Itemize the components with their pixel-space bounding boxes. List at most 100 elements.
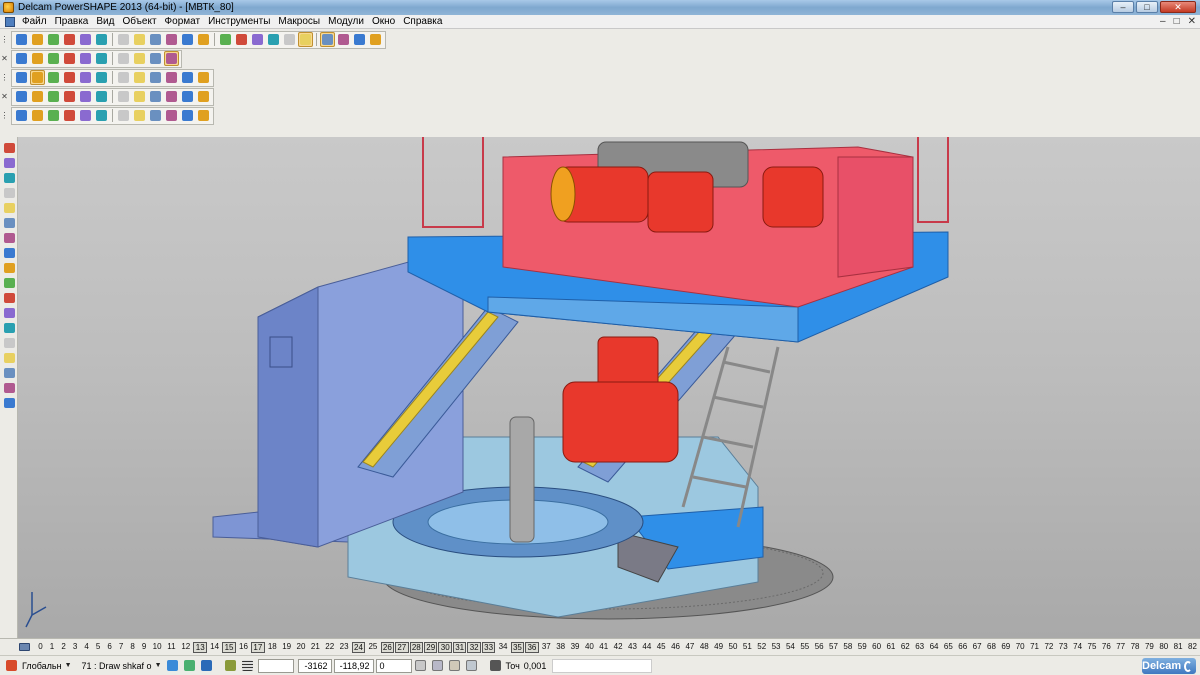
level-77[interactable]: 77 <box>1114 642 1127 653</box>
level-39[interactable]: 39 <box>568 642 581 653</box>
import-button[interactable] <box>94 32 109 47</box>
level-20[interactable]: 20 <box>294 642 307 653</box>
model-check-button[interactable] <box>148 108 163 123</box>
dimension-button[interactable] <box>320 32 335 47</box>
mirror-tool-button[interactable] <box>2 276 16 289</box>
level-select[interactable]: 71 : Draw shkaf o ▼ <box>80 658 164 673</box>
level-54[interactable]: 54 <box>784 642 797 653</box>
level-15[interactable]: 15 <box>222 641 236 653</box>
level-49[interactable]: 49 <box>712 642 725 653</box>
level-11[interactable]: 11 <box>165 642 178 653</box>
relative-icon[interactable] <box>447 658 462 673</box>
level-68[interactable]: 68 <box>985 642 998 653</box>
redo-button[interactable] <box>196 32 211 47</box>
level-80[interactable]: 80 <box>1157 642 1170 653</box>
level-24[interactable]: 24 <box>351 641 366 653</box>
level-56[interactable]: 56 <box>812 642 825 653</box>
level-10[interactable]: 10 <box>150 642 163 653</box>
level-27[interactable]: 27 <box>395 641 409 653</box>
text-tool-button[interactable] <box>2 351 16 364</box>
level-26[interactable]: 26 <box>380 641 395 653</box>
close-button[interactable]: ✕ <box>1160 1 1196 13</box>
print-button[interactable] <box>78 32 93 47</box>
assembly-tool-button[interactable] <box>2 381 16 394</box>
level-23[interactable]: 23 <box>337 642 350 653</box>
level-31[interactable]: 31 <box>452 641 467 653</box>
level-33[interactable]: 33 <box>481 641 496 653</box>
view-iso-button[interactable] <box>46 51 61 66</box>
level-61[interactable]: 61 <box>884 642 897 653</box>
level-63[interactable]: 63 <box>913 642 926 653</box>
level-28[interactable]: 28 <box>409 641 423 653</box>
view-rotate-button[interactable] <box>62 51 77 66</box>
level-19[interactable]: 19 <box>280 642 293 653</box>
section-button[interactable] <box>46 89 61 104</box>
offset-tool-button[interactable] <box>2 306 16 319</box>
level-44[interactable]: 44 <box>640 642 653 653</box>
wireframe-button[interactable] <box>298 32 313 47</box>
line-tool-button[interactable] <box>2 156 16 169</box>
level-34[interactable]: 34 <box>496 642 509 653</box>
surface-build-button[interactable] <box>78 108 93 123</box>
symbol-button[interactable] <box>132 108 147 123</box>
dimension-tool-button[interactable] <box>2 336 16 349</box>
save-as-button[interactable] <box>62 32 77 47</box>
line-button[interactable] <box>14 108 29 123</box>
shell-button[interactable] <box>94 70 109 85</box>
blend-button[interactable] <box>78 89 93 104</box>
level-18[interactable]: 18 <box>266 642 279 653</box>
snap-point-button[interactable] <box>266 32 281 47</box>
toolbar-grip[interactable]: ⋮ <box>0 32 9 47</box>
toolbar-close[interactable]: ✕ <box>0 89 9 104</box>
copy-tool-button[interactable] <box>2 231 16 244</box>
level-0[interactable]: 0 <box>35 642 46 653</box>
levels-icon[interactable] <box>18 641 31 653</box>
copy-button[interactable] <box>132 32 147 47</box>
boolean-button[interactable] <box>62 70 77 85</box>
select-tool-button[interactable] <box>2 141 16 154</box>
curve-tool-button[interactable] <box>2 186 16 199</box>
select-all-icon[interactable] <box>223 658 238 673</box>
loft-button[interactable] <box>164 89 179 104</box>
menu-file[interactable]: Файл <box>18 16 51 27</box>
draft-button[interactable] <box>116 70 131 85</box>
view-all-button[interactable] <box>132 51 147 66</box>
level-12[interactable]: 12 <box>179 642 192 653</box>
zoom-fit-button[interactable] <box>116 51 131 66</box>
rotate-tool-button[interactable] <box>2 261 16 274</box>
level-72[interactable]: 72 <box>1042 642 1055 653</box>
fillet-button[interactable] <box>78 70 93 85</box>
open-file-button[interactable] <box>30 32 45 47</box>
extend-button[interactable] <box>132 89 147 104</box>
level-7[interactable]: 7 <box>116 642 127 653</box>
render-button[interactable] <box>336 32 351 47</box>
offset-button[interactable] <box>116 89 131 104</box>
level-50[interactable]: 50 <box>726 642 739 653</box>
revolve-button[interactable] <box>46 70 61 85</box>
solid-tool-button[interactable] <box>2 216 16 229</box>
toolbar-grip[interactable]: ⋮ <box>0 108 9 123</box>
level-8[interactable]: 8 <box>127 642 138 653</box>
level-67[interactable]: 67 <box>970 642 983 653</box>
undo-button[interactable] <box>180 32 195 47</box>
menu-modules[interactable]: Модули <box>324 16 368 27</box>
level-14[interactable]: 14 <box>208 642 221 653</box>
pattern-button[interactable] <box>132 70 147 85</box>
electrode-button[interactable] <box>116 108 131 123</box>
graphics-viewport[interactable] <box>18 137 1200 638</box>
level-35[interactable]: 35 <box>510 641 525 653</box>
polar-icon[interactable] <box>430 658 445 673</box>
level-2[interactable]: 2 <box>58 642 69 653</box>
wire-extract-button[interactable] <box>164 108 179 123</box>
doc-restore-button[interactable]: □ <box>1174 16 1180 27</box>
level-17[interactable]: 17 <box>251 641 265 653</box>
menu-macros[interactable]: Макросы <box>274 16 324 27</box>
level-41[interactable]: 41 <box>597 642 610 653</box>
solid-button[interactable] <box>14 70 29 85</box>
level-66[interactable]: 66 <box>956 642 969 653</box>
maximize-button[interactable]: □ <box>1136 1 1158 13</box>
menu-help[interactable]: Справка <box>399 16 446 27</box>
menu-view[interactable]: Вид <box>92 16 118 27</box>
mirror-button[interactable] <box>164 70 179 85</box>
level-29[interactable]: 29 <box>424 641 438 653</box>
